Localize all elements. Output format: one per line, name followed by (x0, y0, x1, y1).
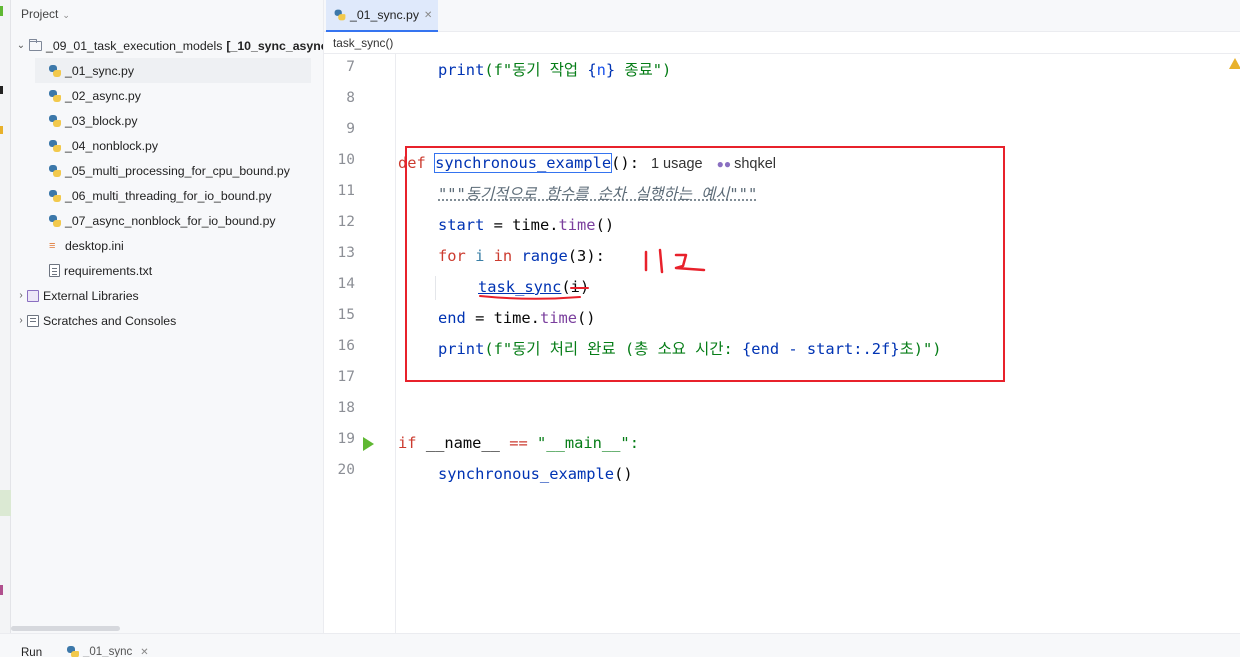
close-icon[interactable]: ✕ (424, 10, 432, 21)
tool-marker-pink[interactable] (0, 585, 3, 595)
tree-file-row[interactable]: requirements.txt (49, 258, 323, 283)
tree-file-row[interactable]: _03_block.py (49, 108, 323, 133)
root-module-label: [_10_sync_async (226, 38, 324, 53)
line-number: 16 (337, 338, 355, 354)
tool-marker-active[interactable] (0, 490, 11, 516)
file-label: _05_multi_processing_for_cpu_bound.py (65, 163, 290, 178)
tree-root-folder[interactable]: ⌄ _09_01_task_execution_models [_10_sync… (15, 33, 324, 58)
tree-file-row[interactable]: _06_multi_threading_for_io_bound.py (49, 183, 323, 208)
tab-label: _01_sync.py (350, 8, 420, 22)
project-panel: Project ⌄ ⌄ _09_01_task_execution_models … (11, 0, 324, 633)
folder-icon (29, 38, 42, 51)
line-number: 19 (337, 431, 355, 447)
left-tool-strip (0, 0, 11, 633)
line-number: 7 (346, 59, 355, 75)
project-title: Project (21, 7, 59, 21)
tree-file-row[interactable]: _05_multi_processing_for_cpu_bound.py (49, 158, 323, 183)
tool-marker-dark[interactable] (0, 86, 3, 94)
run-tool-bar: Run _01_sync ✕ (0, 633, 1240, 657)
chevron-down-icon[interactable]: ⌄ (62, 10, 70, 20)
line-number: 13 (337, 245, 355, 261)
tool-marker-green[interactable] (0, 6, 3, 16)
close-icon[interactable]: ✕ (140, 647, 148, 657)
tool-marker-yellow[interactable] (0, 126, 3, 134)
code-line: print(f"동기 작업 {n} 종료") (438, 61, 672, 79)
horizontal-scrollbar[interactable] (11, 626, 120, 631)
python-file-icon (49, 89, 61, 102)
file-label: desktop.ini (65, 238, 124, 253)
file-label: _04_nonblock.py (65, 138, 158, 153)
project-header[interactable]: Project ⌄ (21, 7, 70, 21)
warning-icon[interactable] (1229, 58, 1240, 69)
python-file-icon (49, 214, 61, 227)
run-tab[interactable]: _01_sync ✕ (67, 646, 149, 657)
run-tab-label: _01_sync (83, 646, 133, 657)
line-number: 11 (337, 183, 355, 199)
settings-file-icon: ≡ (49, 239, 56, 252)
chevron-down-icon[interactable]: ⌄ (15, 40, 27, 51)
tree-file-row[interactable]: ≡ desktop.ini (49, 233, 323, 258)
line-number: 8 (346, 90, 355, 106)
line-number: 14 (337, 276, 355, 292)
chevron-right-icon[interactable]: › (15, 315, 27, 326)
breadcrumb: task_sync() (324, 33, 1240, 54)
tree-file-row[interactable]: _04_nonblock.py (49, 133, 323, 158)
python-file-icon (49, 114, 61, 127)
line-number: 9 (346, 121, 355, 137)
chevron-right-icon[interactable]: › (15, 290, 27, 301)
scratches-icon (27, 314, 39, 327)
python-file-icon (67, 646, 79, 657)
scratches-label: Scratches and Consoles (43, 313, 177, 328)
editor-tab-bar: _01_sync.py ✕ (324, 0, 1240, 32)
file-label: _01_sync.py (65, 63, 135, 78)
python-file-icon (49, 64, 61, 77)
line-number: 20 (337, 462, 355, 478)
text-file-icon (49, 264, 60, 277)
line-number: 12 (337, 214, 355, 230)
breadcrumb-item[interactable]: task_sync() (333, 36, 393, 50)
file-label: _07_async_nonblock_for_io_bound.py (65, 213, 276, 228)
root-folder-label: _09_01_task_execution_models (46, 38, 223, 53)
tree-file-row[interactable]: _01_sync.py (35, 58, 311, 83)
tree-external-libraries[interactable]: › External Libraries (15, 283, 323, 308)
external-libraries-label: External Libraries (43, 288, 139, 303)
file-label: requirements.txt (64, 263, 153, 278)
tree-file-row[interactable]: _02_async.py (49, 83, 323, 108)
tree-scratches[interactable]: › Scratches and Consoles (15, 308, 323, 333)
file-label: _02_async.py (65, 88, 141, 103)
annotation-rectangle (405, 146, 1005, 382)
code-line: if __name__ == "__main__": (398, 434, 639, 452)
line-number: 18 (337, 400, 355, 416)
python-file-icon (49, 139, 61, 152)
editor-tab[interactable]: _01_sync.py ✕ (326, 0, 438, 32)
file-label: _06_multi_threading_for_io_bound.py (65, 188, 272, 203)
code-line: synchronous_example() (438, 465, 633, 483)
line-number: 10 (337, 152, 355, 168)
run-label[interactable]: Run (21, 647, 42, 657)
line-number-gutter: 7 8 9 10 11 12 13 14 15 16 17 18 19 20 (324, 54, 396, 633)
python-file-icon (49, 164, 61, 177)
tree-file-row[interactable]: _07_async_nonblock_for_io_bound.py (49, 208, 323, 233)
line-number: 17 (337, 369, 355, 385)
run-icon[interactable] (363, 437, 374, 451)
python-file-icon (334, 9, 346, 21)
file-label: _03_block.py (65, 113, 138, 128)
library-icon (27, 289, 39, 302)
line-number: 15 (337, 307, 355, 323)
python-file-icon (49, 189, 61, 202)
